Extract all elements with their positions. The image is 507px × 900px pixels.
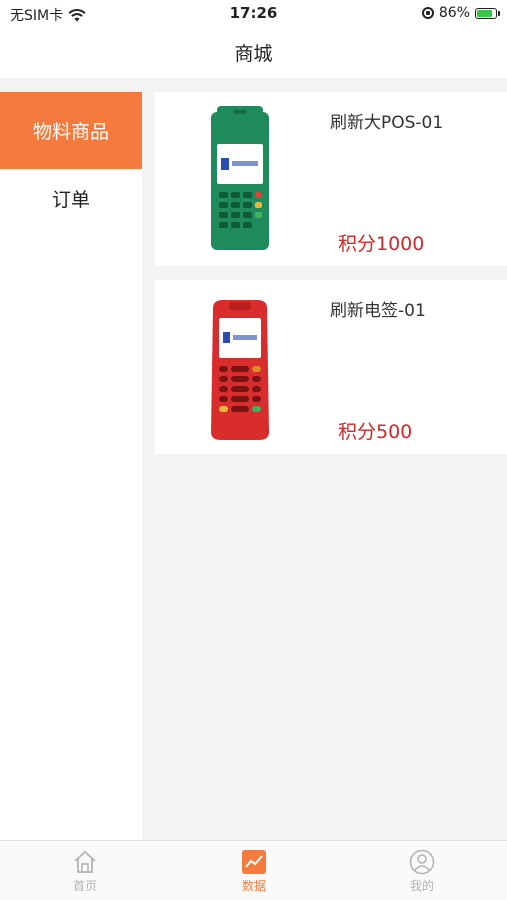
page-title: 商城: [234, 43, 273, 65]
tab-data[interactable]: 数据: [224, 849, 284, 894]
user-icon: [409, 849, 435, 875]
product-price: 积分1000: [338, 233, 425, 255]
sidebar-item-label: 订单: [51, 188, 90, 211]
product-price: 积分500: [338, 421, 413, 443]
status-right: 86%: [421, 5, 500, 21]
orientation-lock-icon: [421, 7, 434, 19]
tab-mine[interactable]: 我的: [392, 849, 452, 894]
green-pos-terminal-image: [211, 106, 269, 250]
tab-bar: 首页 数据 我的: [0, 840, 507, 900]
content-area: 物料商品 订单 刷新大POS-01 积分1000 刷新电签-01 积分500: [0, 78, 507, 840]
product-name: 刷新大POS-01: [330, 113, 444, 133]
status-bar: 无SIM卡 17:26 86%: [0, 0, 507, 30]
sidebar-item-orders[interactable]: 订单: [0, 169, 142, 227]
red-pos-terminal-image: [211, 300, 269, 440]
tab-label: 我的: [409, 879, 434, 893]
product-card[interactable]: 刷新电签-01 积分500: [155, 280, 507, 454]
sidebar-item-materials[interactable]: 物料商品: [0, 92, 142, 169]
product-list: 刷新大POS-01 积分1000 刷新电签-01 积分500: [155, 92, 507, 468]
battery-charging-icon: [475, 7, 500, 19]
tab-home[interactable]: 首页: [55, 849, 115, 894]
product-name: 刷新电签-01: [330, 301, 426, 321]
tab-label: 数据: [241, 879, 266, 893]
nav-bar: 商城: [0, 30, 507, 76]
home-icon: [74, 850, 96, 873]
battery-level: [477, 9, 493, 17]
tab-label: 首页: [72, 879, 97, 893]
category-sidebar: 物料商品 订单: [0, 92, 142, 840]
chart-icon: [242, 850, 266, 874]
sidebar-item-label: 物料商品: [32, 121, 109, 143]
battery-percent: 86%: [438, 5, 470, 21]
product-card[interactable]: 刷新大POS-01 积分1000: [155, 92, 507, 266]
